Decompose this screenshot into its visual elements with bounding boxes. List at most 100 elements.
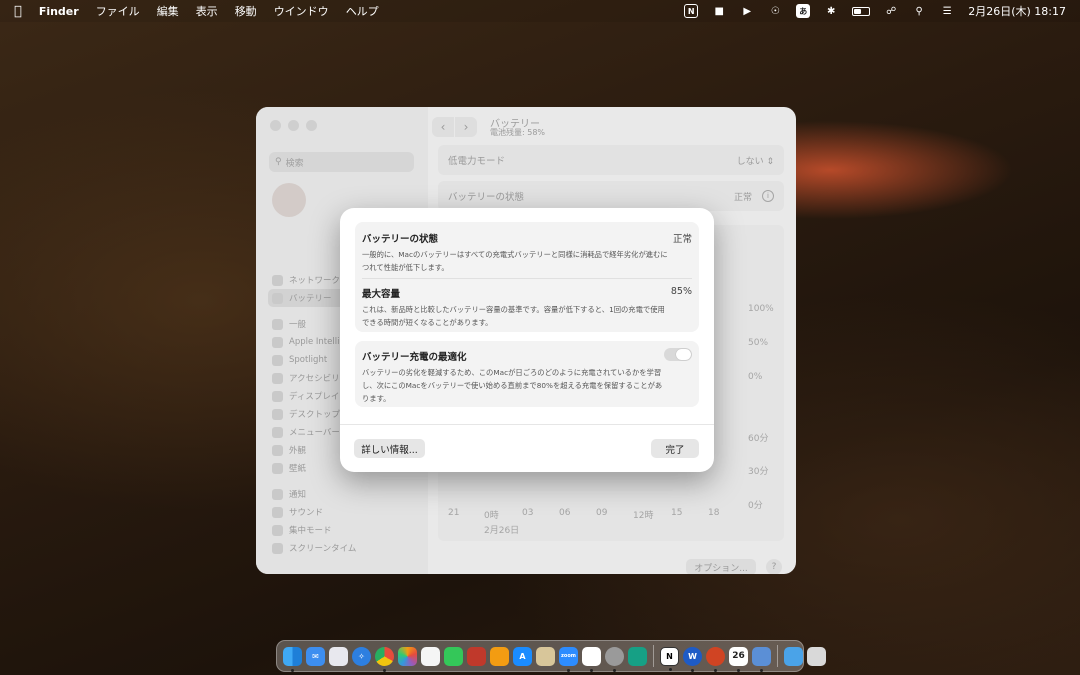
battery-health-row: バッテリーの状態 正常 i [438,181,784,211]
x-tick: 18 [708,508,720,518]
forward-button[interactable]: › [455,117,477,137]
calendar-dock-icon[interactable]: 26 [729,646,748,672]
max-capacity-section: 最大容量 85% これは、新品時と比較したバッテリー容量の基準です。容量が低下す… [362,286,692,329]
mosaic-dock-icon[interactable] [467,646,486,666]
dock-separator [777,645,778,667]
sidebar-item-sound[interactable]: サウンド [272,503,418,521]
battery-health-label: バッテリーの状態 [448,192,525,203]
menu-view[interactable]: 表示 [196,3,218,19]
accessibility-icon [272,372,283,384]
hourglass-icon [272,542,283,554]
photos-dock-icon[interactable] [398,646,417,666]
mail-dock-icon[interactable]: ✉ [306,646,325,666]
finder-2-dock-icon[interactable] [752,646,771,672]
notifications-icon [272,488,283,500]
y-tick: 0分 [748,501,763,511]
battery-level-subtitle: 電池残量: 58% [490,128,546,137]
word-dock-icon[interactable]: W [683,646,702,672]
menu-edit[interactable]: 編集 [157,3,179,19]
sidebar-item-focus[interactable]: 集中モード [272,521,418,539]
max-capacity-description: これは、新品時と比較したバッテリー容量の基準です。容量が低下すると、1回の充電で… [362,305,665,327]
zoom-dock-icon[interactable]: zoom [559,646,578,672]
footer-divider [340,424,714,425]
app-store-dock-icon[interactable]: A [513,646,532,666]
y-tick: 30分 [748,467,769,477]
desktop-icon [272,408,283,420]
y-tick: 0% [748,372,763,382]
back-button[interactable]: ‹ [432,117,454,137]
focus-icon [272,524,283,536]
apple-menu-icon[interactable]:  [14,4,22,19]
numbers-dock-icon[interactable] [444,646,463,666]
menubar-clock[interactable]: 2月26日(木) 18:17 [968,3,1066,19]
close-window-button[interactable] [270,120,281,131]
system-settings-dock-icon[interactable] [605,646,624,672]
chatgpt-dock-icon[interactable] [628,646,647,666]
help-button[interactable]: ? [766,559,782,574]
y-tick: 60分 [748,434,769,444]
battery-icon [272,292,283,304]
battery-health-sheet: バッテリーの状態 正常 一般的に、Macのバッテリーはすべての充電式バッテリーと… [340,208,714,472]
sidebar-item-notifications[interactable]: 通知 [272,485,418,503]
max-capacity-title: 最大容量 [362,289,401,300]
app-menu-finder[interactable]: Finder [39,5,79,18]
max-capacity-value: 85% [670,286,692,297]
trash-dock-icon[interactable] [807,646,826,666]
x-tick: 15 [671,508,683,518]
search-placeholder: 検索 [285,158,304,169]
x-tick: 06 [559,508,571,518]
folder-dock-icon[interactable] [784,646,803,666]
low-power-mode-select[interactable]: しない ⇕ [737,154,774,167]
slack-dock-icon[interactable] [582,646,601,672]
apple-intelligence-icon [272,336,283,348]
menu-go[interactable]: 移動 [235,3,257,19]
x-tick: 03 [522,508,534,518]
battery-health-status: 正常 [672,234,692,245]
menu-bar:  Finder ファイル 編集 表示 移動 ウインドウ ヘルプ N ■ ▶ ☉… [0,0,1080,22]
menubar-icon [272,426,283,438]
menu-window[interactable]: ウインドウ [274,3,329,19]
input-method-icon[interactable]: あ [796,4,811,18]
options-button[interactable]: オプション... [686,559,756,574]
battery-health-title: バッテリーの状態 [362,234,439,245]
powerpoint-dock-icon[interactable] [706,646,725,672]
x-tick: 12時 [633,511,654,521]
car-icon[interactable]: ■ [712,4,726,18]
chrome-dock-icon[interactable] [375,646,394,672]
zoom-window-button[interactable] [306,120,317,131]
screen-mirroring-icon[interactable]: ☍ [884,4,898,18]
wallpaper-icon [272,462,283,474]
safari-dock-icon[interactable]: ✧ [352,646,371,666]
done-button[interactable]: 完了 [651,439,699,458]
notion-dock-icon[interactable]: N [660,646,679,671]
calculator-dock-icon[interactable] [421,646,440,666]
search-icon[interactable]: ⚲ [912,4,926,18]
chart-date-label: 2月26日 [484,526,520,536]
preview-dock-icon[interactable] [536,646,555,666]
more-info-button[interactable]: 詳しい情報... [354,439,425,458]
settings-search-field[interactable]: ⚲ 検索 [269,152,414,172]
launchpad-dock-icon[interactable] [329,646,348,666]
info-icon[interactable]: i [762,190,774,202]
airdrop-icon[interactable]: ☉ [768,4,782,18]
x-tick: 09 [596,508,608,518]
battery-info-card: バッテリーの状態 正常 一般的に、Macのバッテリーはすべての充電式バッテリーと… [355,222,699,332]
battery-icon[interactable] [852,6,871,16]
pages-dock-icon[interactable] [490,646,509,666]
finder-dock-icon[interactable] [283,646,302,672]
menu-file[interactable]: ファイル [96,3,140,19]
sidebar-item-screen-time[interactable]: スクリーンタイム [272,539,418,557]
spotlight-icon [272,354,283,366]
low-power-mode-row: 低電力モード しない ⇕ [438,145,784,175]
optimized-charging-title: バッテリー充電の最適化 [362,352,467,363]
menu-help[interactable]: ヘルプ [346,3,379,19]
apple-account-avatar[interactable] [272,183,306,217]
bluetooth-icon[interactable]: ✱ [824,4,838,18]
optimized-charging-card: バッテリー充電の最適化 バッテリーの劣化を軽減するため、このMacが日ごろのどの… [355,341,699,407]
minimize-window-button[interactable] [288,120,299,131]
play-circle-icon[interactable]: ▶ [740,4,754,18]
x-tick: 0時 [484,511,499,521]
control-center-icon[interactable]: ☰ [940,4,954,18]
optimized-charging-toggle[interactable] [664,348,692,361]
notion-status-icon[interactable]: N [684,4,699,18]
